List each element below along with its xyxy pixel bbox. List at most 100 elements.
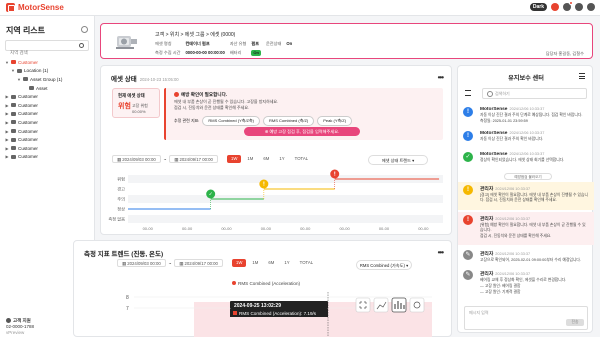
trend-more-icon[interactable]: ••• <box>438 248 444 257</box>
feed-item[interactable]: ! MotorSense 2024/12/06 10:33:37 자동 이상 진단 결… <box>458 128 594 148</box>
range-option[interactable]: 6M <box>264 259 278 267</box>
range-option[interactable]: TOTAL <box>296 259 317 267</box>
metric-dropdown[interactable]: RMS Combined (가속도) ▾ <box>356 260 412 270</box>
search-icon[interactable] <box>79 43 84 48</box>
date-from-field[interactable]: ▦ 2024/09/03 00:00 <box>112 155 161 163</box>
maintenance-search-input[interactable]: 검색하기 <box>482 88 587 99</box>
folder-icon <box>11 60 16 65</box>
current-status-box: 현재 에셋 상태 위험 고장 위험 00.00% <box>112 88 160 118</box>
status-event-glyph: ! <box>334 172 336 178</box>
feed-time: 2024/12/06 10:33:37 <box>495 272 531 276</box>
tree-item-label: Asset Group (1) <box>30 76 63 82</box>
filter-icon[interactable] <box>465 90 471 96</box>
feed-author: MotorSense <box>480 131 508 136</box>
chevron-down-icon[interactable]: ▼ <box>5 60 9 65</box>
tree-item[interactable]: ▼ Asset Group (1) <box>0 75 95 84</box>
alert-box: 예방 확인이 필요합니다. 에셋 내 부품 손상이 곧 진행될 수 있습니다. … <box>164 88 443 140</box>
range-option[interactable]: 1M <box>243 155 257 163</box>
reset-icon[interactable] <box>409 297 425 313</box>
feed-item[interactable]: ! 관리자 2024/12/06 10:33:37 [경고] 에셋 확인이 필요합니다… <box>458 182 594 210</box>
date-to-field[interactable]: ▦ 2024/09/17 00:00 <box>169 155 218 163</box>
date-separator: ~ <box>168 260 172 266</box>
indicator-tag[interactable]: RMS Combined (축/Z) <box>263 116 315 126</box>
note-icon: ✎ <box>463 270 473 280</box>
tree-item[interactable]: ▼ Customer <box>0 58 95 67</box>
region-search[interactable] <box>5 40 89 57</box>
tree-item[interactable]: ▶ Customer <box>0 110 95 119</box>
message-placeholder: 메시지 입력 <box>469 310 489 315</box>
feed-author: 관리자 <box>480 217 494 222</box>
menu-icon[interactable] <box>579 73 585 81</box>
line-chart-icon[interactable] <box>373 297 389 313</box>
tree-item-label: Customer <box>18 145 38 151</box>
more-options-icon[interactable]: ••• <box>438 73 444 82</box>
feed-body: 정상이 확인되었습니다. 에셋 상태 회기를 선택합니다. <box>480 158 565 162</box>
chevron-right-icon[interactable]: ▶ <box>5 129 9 134</box>
region-search-input[interactable] <box>6 48 76 57</box>
chevron-right-icon[interactable]: ▶ <box>5 120 9 125</box>
feed-time: 2024/12/06 10:33:37 <box>495 217 531 221</box>
range-option[interactable]: 1W <box>231 259 247 267</box>
trend-date-from[interactable]: ▦ 2024/09/03 00:00 <box>117 259 166 267</box>
feed-item[interactable]: ✎ 관리자 2024/12/06 10:33:37 베어링 교체 후 정상화 확인, … <box>458 267 594 297</box>
chevron-right-icon[interactable]: ▶ <box>5 103 9 108</box>
tree-item-label: Asset <box>36 85 48 91</box>
failure-risk: 고장 위험 00.00% <box>132 103 148 114</box>
sidebar-settings-icon[interactable] <box>81 26 88 33</box>
tree-item[interactable]: ▶ Customer <box>0 153 95 162</box>
maintenance-filter-row: 검색하기 <box>465 88 587 99</box>
range-option[interactable]: 1W <box>226 155 242 163</box>
indicator-tag[interactable]: RMS Combined (Y축/Z축) <box>202 116 261 126</box>
chevron-right-icon[interactable]: ▶ <box>5 146 9 151</box>
y-tick: 7 <box>126 306 129 312</box>
status-trend-dropdown[interactable]: 에셋 상태 트렌드 ▾ <box>368 155 428 165</box>
feed-item[interactable]: ✓ MotorSense 2024/12/06 10:33:37 정상이 확인되었습니… <box>458 149 594 167</box>
tree-item[interactable]: Asset <box>0 84 95 93</box>
logo[interactable]: MotorSense <box>6 3 64 12</box>
zoom-fit-icon[interactable] <box>355 297 371 313</box>
range-option[interactable]: 1M <box>248 259 262 267</box>
indicator-tag[interactable]: Peak (Y축/Z) <box>317 116 353 126</box>
message-input[interactable]: 메시지 입력 전송 <box>464 306 588 330</box>
tree-item[interactable]: ▼ Location (1) <box>0 67 95 76</box>
feed-item[interactable]: ! MotorSense 2024/12/06 10:33:37 자동 이상 진단 결… <box>458 104 594 127</box>
tree-item[interactable]: ▶ Customer <box>0 135 95 144</box>
asset-status-timestamp: 2024-10-23 15:05:00 <box>139 77 179 82</box>
support-label[interactable]: 고객 지원 <box>13 318 31 323</box>
dark-mode-toggle[interactable]: Dark <box>529 3 547 11</box>
feed-author: 관리자 <box>480 252 494 257</box>
feed-body: [경고] 에셋 확인이 필요합니다. 에셋 내 부품 손상이 진행될 수 있습니… <box>480 193 589 202</box>
status-x-tick: 00-00 <box>143 226 154 231</box>
feed-body: 자동 이상 진단 결과 주의 확인 바랍니다. <box>480 137 544 141</box>
range-option[interactable]: 1Y <box>275 155 288 163</box>
feed-item[interactable]: ✎ 관리자 2024/12/06 10:33:37 고장으로 확인되어, 2025-0… <box>458 247 594 266</box>
range-option[interactable]: TOTAL <box>291 155 312 163</box>
note-icon: ✎ <box>463 250 473 260</box>
chevron-down-icon[interactable]: ▼ <box>11 68 15 73</box>
current-status-value: 위험 <box>118 103 131 110</box>
settings-icon[interactable] <box>563 1 573 11</box>
grid-menu-icon[interactable] <box>587 3 595 11</box>
chevron-right-icon[interactable]: ▶ <box>5 94 9 99</box>
chevron-down-icon[interactable]: ▼ <box>17 77 21 82</box>
trend-date-to[interactable]: ▦ 2024/09/17 00:00 <box>174 259 223 267</box>
user-avatar-icon[interactable] <box>575 3 583 11</box>
range-option[interactable]: 1Y <box>280 259 293 267</box>
feed-item[interactable]: ! 관리자 2024/12/06 10:33:37 [위험] 예방 확인이 필요합니다… <box>458 212 594 245</box>
range-selector: 1W 1M 6M 1Y TOTAL <box>226 155 312 163</box>
tree-item[interactable]: ▶ Customer <box>0 144 95 153</box>
input-inspection-button[interactable]: ⊕ 예방 고장 점검 후, 점검을 입력해주세요. <box>244 127 360 136</box>
tree-item-label: Customer <box>18 111 38 117</box>
notification-icon[interactable] <box>551 3 559 11</box>
range-option[interactable]: 6M <box>259 155 273 163</box>
tree-item[interactable]: ▶ Customer <box>0 92 95 101</box>
chevron-right-icon[interactable]: ▶ <box>5 137 9 142</box>
folder-icon <box>11 111 16 116</box>
send-button[interactable]: 전송 <box>566 319 584 326</box>
tree-item[interactable]: ▶ Customer <box>0 101 95 110</box>
tree-item[interactable]: ▶ Customer <box>0 118 95 127</box>
chevron-right-icon[interactable]: ▶ <box>5 154 9 159</box>
chevron-right-icon[interactable]: ▶ <box>5 111 9 116</box>
tree-item[interactable]: ▶ Customer <box>0 127 95 136</box>
load-more-button[interactable]: 예방점검 불러오기 <box>504 173 552 180</box>
